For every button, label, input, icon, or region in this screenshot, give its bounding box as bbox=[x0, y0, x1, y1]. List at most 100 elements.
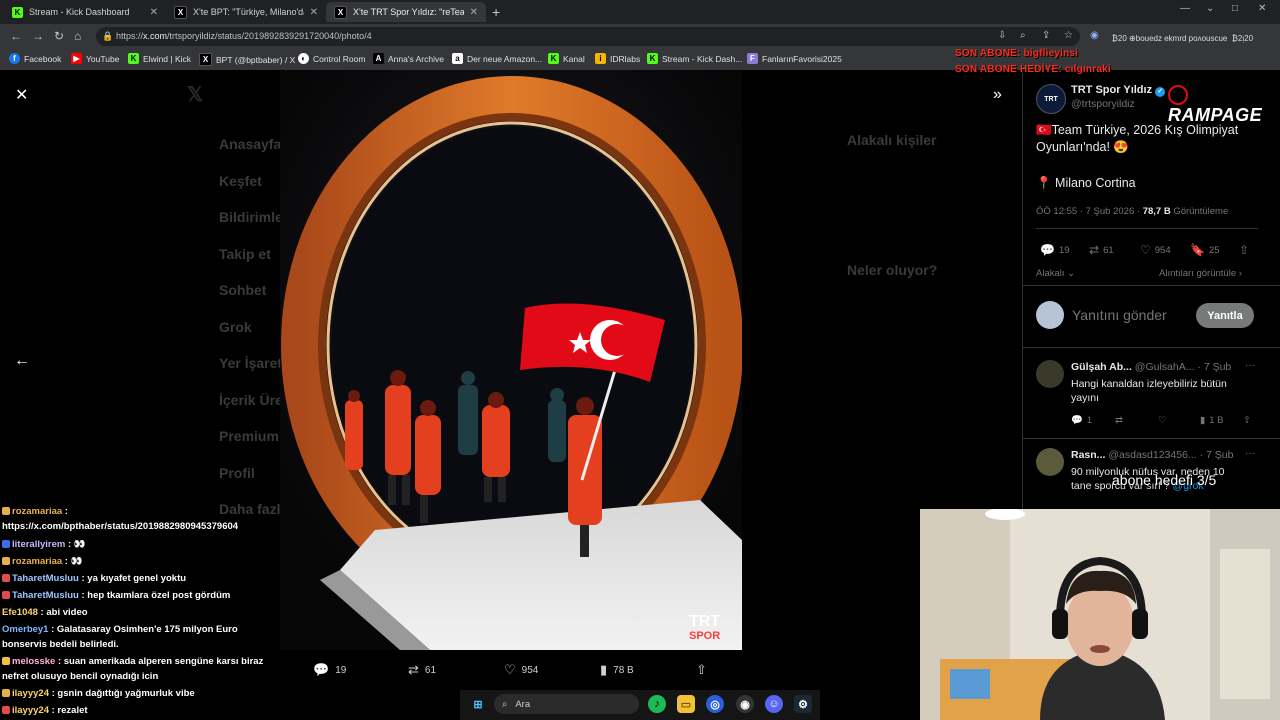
zoom-icon[interactable]: ⌕ bbox=[1020, 30, 1026, 41]
chat-badge-icon bbox=[2, 706, 10, 715]
bookmark-annas-archive[interactable]: A Anna's Archive bbox=[373, 53, 444, 64]
retweet-icon: ⇄ bbox=[408, 662, 419, 677]
chat-message: nefret olusuyo bencil oynadığı icin bbox=[2, 671, 159, 682]
tweet-retweet-button[interactable]: ⇄ 61 bbox=[1089, 243, 1114, 257]
bookmark-amazon[interactable]: a Der neue Amazon... bbox=[452, 53, 542, 64]
reply-header: Rasn... @asdasd123456... · 7 Şub bbox=[1071, 449, 1234, 461]
bookmark-kanal[interactable]: K Kanal bbox=[548, 53, 585, 64]
photo-reply-button[interactable]: 💬 19 bbox=[313, 662, 346, 678]
dimmed-happening-heading: Neler oluyor? bbox=[847, 262, 938, 278]
chat-badge-icon bbox=[2, 557, 10, 566]
chevron-down-icon: ⌄ bbox=[1067, 268, 1076, 279]
bookmark-bpt[interactable]: X BPT (@bptbaber) / X bbox=[199, 53, 295, 66]
kick-icon: K bbox=[548, 53, 559, 64]
install-app-icon[interactable]: ⇩ bbox=[998, 30, 1006, 41]
last-gift-sub-overlay: SON ABONE HEDİYE: cılgınraki bbox=[955, 64, 1111, 75]
annas-archive-icon: A bbox=[373, 53, 384, 64]
x-logo-icon: 𝕏 bbox=[187, 84, 204, 106]
reply-retweet-button[interactable]: ⇄ bbox=[1115, 415, 1123, 426]
bookmark-youtube[interactable]: ▶ YouTube bbox=[71, 53, 119, 64]
rampage-logo: RAMPAGE bbox=[1168, 84, 1280, 126]
home-icon[interactable]: ⌂ bbox=[74, 29, 81, 43]
back-arrow-icon[interactable]: ← bbox=[10, 29, 22, 43]
tab-x-bpt[interactable]: X X'te BPT: "Türkiye, Milano'daki K ✕ bbox=[166, 2, 326, 22]
reply-share-button[interactable]: ⇧ bbox=[1243, 415, 1251, 426]
steam-icon[interactable]: ⚙ bbox=[794, 695, 812, 713]
chat-message: Efe1048 : abi video bbox=[2, 607, 88, 618]
reply-header: Gülşah Ab... @GulsahA... · 7 Şub bbox=[1071, 361, 1232, 373]
chat-badge-icon bbox=[2, 657, 10, 666]
retweet-icon: ⇄ bbox=[1089, 243, 1100, 257]
forward-arrow-icon[interactable]: → bbox=[32, 29, 44, 43]
chrome-icon[interactable]: ◎ bbox=[706, 695, 724, 713]
chat-badge-icon bbox=[2, 574, 10, 583]
more-options-icon[interactable]: ··· bbox=[1245, 448, 1255, 459]
tweet-text: 🇹🇷Team Türkiye, 2026 Kış Olimpiyat Oyunl… bbox=[1036, 123, 1239, 154]
photo-views-button[interactable]: ▮ 78 B bbox=[600, 662, 634, 678]
bookmark-idrlabs[interactable]: i IDRlabs bbox=[595, 53, 640, 64]
verified-badge-icon: ✓ bbox=[1155, 87, 1166, 97]
taskbar-search[interactable]: ⌕ Ara bbox=[494, 694, 639, 714]
tab-x-trt-spor[interactable]: X X'te TRT Spor Yıldız: "reTeam Tü ✕ bbox=[326, 2, 486, 22]
spotify-icon[interactable]: ♪ bbox=[648, 695, 666, 713]
tweet-share-button[interactable]: ⇧ bbox=[1239, 243, 1249, 257]
lock-icon[interactable]: 🔒 bbox=[102, 31, 113, 42]
photo-share-button[interactable]: ⇧ bbox=[696, 662, 707, 678]
tweet-handle[interactable]: @trtsporyildiz bbox=[1071, 98, 1135, 110]
logo-ring-icon bbox=[1168, 85, 1188, 106]
reply-text: Hangi kanaldan izleyebiliriz bütün yayın… bbox=[1071, 378, 1227, 404]
bookmark-control-room[interactable]: ◐ Control Room bbox=[298, 53, 365, 64]
close-icon[interactable]: ✕ bbox=[15, 85, 28, 105]
sort-dropdown[interactable]: Alakalı ⌄ bbox=[1036, 268, 1075, 279]
tab-label: X'te TRT Spor Yıldız: "reTeam Tü bbox=[353, 7, 464, 17]
tab-search-icon[interactable]: ⌄ bbox=[1206, 3, 1214, 14]
chat-badge-icon bbox=[2, 507, 10, 516]
tweet-like-button[interactable]: ♡ 954 bbox=[1140, 243, 1171, 257]
photo-like-button[interactable]: ♡ 954 bbox=[504, 662, 538, 678]
obs-icon[interactable]: ◉ bbox=[736, 695, 754, 713]
previous-photo-arrow-icon[interactable]: ← bbox=[14, 352, 30, 370]
reply-views-button[interactable]: ▮ 1 B bbox=[1200, 415, 1224, 426]
reply-input[interactable]: Yanıtını gönder bbox=[1072, 307, 1167, 323]
reply-submit-button[interactable]: Yanıtla bbox=[1196, 303, 1254, 328]
system-text: ₿20 ⊕bouedz ekmrd poʌouscue bbox=[1112, 34, 1228, 43]
discord-icon[interactable]: ☺ bbox=[765, 695, 783, 713]
bookmark-star-icon[interactable]: ☆ bbox=[1064, 30, 1073, 41]
close-icon[interactable]: ✕ bbox=[470, 7, 478, 18]
extension-icon[interactable]: ◉ bbox=[1090, 30, 1099, 41]
new-tab-icon[interactable]: + bbox=[492, 4, 500, 20]
tweet-reply-button[interactable]: 💬 19 bbox=[1040, 243, 1070, 257]
chat-message: melosske : suan amerikada alperen sengün… bbox=[2, 656, 272, 668]
search-icon: ⌕ bbox=[502, 698, 508, 710]
window-close-icon[interactable]: ✕ bbox=[1258, 3, 1266, 14]
fanlar-icon: F bbox=[747, 53, 758, 64]
close-icon[interactable]: ✕ bbox=[150, 7, 158, 18]
reload-icon[interactable]: ↻ bbox=[54, 29, 64, 43]
reply-reply-button[interactable]: 💬 1 bbox=[1071, 415, 1092, 426]
bookmark-stream-kick[interactable]: K Stream - Kick Dash... bbox=[647, 53, 742, 64]
heart-icon: ♡ bbox=[1158, 415, 1167, 426]
avatar[interactable] bbox=[1036, 448, 1064, 476]
avatar[interactable] bbox=[1036, 360, 1064, 388]
tweet-bookmark-button[interactable]: 🔖 25 bbox=[1190, 243, 1220, 257]
tweet-location-text: 📍 Milano Cortina bbox=[1036, 176, 1136, 190]
maximize-icon[interactable]: □ bbox=[1232, 3, 1238, 14]
bookmark-facebook[interactable]: f Facebook bbox=[9, 53, 61, 64]
avatar[interactable]: TRT bbox=[1036, 84, 1066, 114]
reply-like-button[interactable]: ♡ bbox=[1158, 415, 1167, 426]
minimize-icon[interactable]: — bbox=[1180, 3, 1190, 14]
collapse-panel-icon[interactable]: » bbox=[993, 86, 1002, 104]
bookmark-fanlar[interactable]: F FanlarınFavorisi2025 bbox=[747, 53, 842, 64]
url-text[interactable]: https://x.com/trtsporyildiz/status/20198… bbox=[116, 31, 372, 41]
bookmark-elwind[interactable]: K Elwind | Kick bbox=[128, 53, 191, 64]
file-explorer-icon[interactable]: ▭ bbox=[677, 695, 695, 713]
view-quotes-link[interactable]: Alıntıları görüntüle › bbox=[1159, 268, 1242, 279]
more-options-icon[interactable]: ··· bbox=[1245, 360, 1255, 371]
windows-start-icon[interactable]: ⊞ bbox=[469, 695, 487, 713]
share-icon[interactable]: ⇪ bbox=[1042, 30, 1050, 41]
chat-message: ilayyy24 : gsnin dağıttığı yağmurluk vib… bbox=[2, 688, 272, 700]
tweet-author[interactable]: TRT Spor Yıldız ✓ bbox=[1071, 84, 1166, 97]
close-icon[interactable]: ✕ bbox=[310, 7, 318, 18]
photo-retweet-button[interactable]: ⇄ 61 bbox=[408, 662, 436, 678]
tab-kick-dashboard[interactable]: K Stream - Kick Dashboard ✕ bbox=[4, 2, 166, 22]
